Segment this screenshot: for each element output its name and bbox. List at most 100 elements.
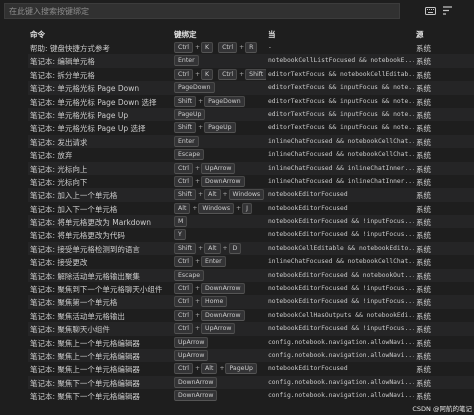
table-row[interactable]: 笔记本: 发出请求 Enter inlineChatFocused && noteb…: [28, 134, 474, 149]
when-cell: notebookCellHasOutputs && notebookEdi...: [268, 311, 414, 319]
key-label: Ctrl: [218, 68, 238, 80]
table-row[interactable]: 笔记本: 加入下一个单元格 Alt + Windows + JnotebookEditor…: [28, 202, 474, 215]
table-row[interactable]: 笔记本: 单元格光标 Page Down 选择 Shift + PageDown edi…: [28, 95, 474, 108]
key-label: Windows: [228, 189, 265, 201]
key-plus: +: [195, 70, 201, 78]
key-label: K: [201, 42, 214, 53]
key-label: Home: [201, 296, 228, 308]
source-cell: 系统: [416, 298, 431, 308]
table-row[interactable]: 笔记本: 聚焦活动单元格输出 Ctrl + DownArrow notebookCell…: [28, 309, 474, 322]
keybinding-cell: Enter: [174, 55, 266, 67]
when-cell: notebookEditorFocused: [268, 191, 348, 199]
keybinding-cell: Ctrl + Enter: [174, 256, 266, 268]
keybinding-cell: Shift + PageUp: [174, 122, 266, 134]
table-row[interactable]: 帮助: 键盘快捷方式参考 Ctrl + K Ctrl + R - 系统: [28, 41, 474, 54]
when-cell: inlineChatFocused && notebookCellChat...: [268, 151, 414, 159]
table-row[interactable]: 笔记本: 光标向下 Ctrl + DownArrow inlineChatFocused…: [28, 175, 474, 188]
key-plus: +: [195, 325, 201, 333]
table-row[interactable]: 笔记本: 聚焦上一个单元格编辑器 Ctrl + Alt + PageUp notebookE…: [28, 362, 474, 375]
table-row[interactable]: 笔记本: 拆分单元格Ctrl+KCtrl+Shift+\editorTextFo…: [28, 68, 474, 81]
source-cell: 系统: [416, 338, 431, 348]
when-cell: notebookEditorFocused: [268, 365, 348, 373]
table-row[interactable]: 笔记本: 接受单元格检测到的语言 Shift + Alt + DnotebookCellE…: [28, 241, 474, 256]
command-cell: 笔记本: 加入上一个单元格: [30, 191, 118, 201]
table-row[interactable]: 笔记本: 聚焦第一个单元格 Ctrl + Home notebookEditorFocu…: [28, 295, 474, 309]
keybinding-cell: Shift + PageDown: [174, 95, 266, 107]
key-label: DownArrow: [174, 390, 218, 402]
when-cell: notebookCellListFocused && notebookE...: [268, 57, 414, 65]
table-row[interactable]: 笔记本: 解除活动单元格输出聚集 Escape notebookEditorFocu…: [28, 268, 474, 283]
table-row[interactable]: 笔记本: 编辑单元格 Enter notebookCellListFocused &…: [28, 54, 474, 68]
table-row[interactable]: 笔记本: 聚焦下一个单元格编辑器 DownArrow config.notebook…: [28, 389, 474, 402]
table-row[interactable]: 笔记本: 单元格光标 Page Up PageUp editorTextFocus …: [28, 107, 474, 122]
search-input[interactable]: [5, 4, 399, 18]
table-row[interactable]: 笔记本: 聚焦上一个单元格编辑器 UpArrow config.notebook.n…: [28, 336, 474, 349]
when-cell: config.notebook.navigation.allowNavi...: [268, 392, 414, 400]
table-row[interactable]: 笔记本: 加入上一个单元格 Shift+Alt+Windows+Jnotebook…: [28, 188, 474, 202]
key-label: Alt: [204, 242, 221, 254]
table-row[interactable]: 笔记本: 聚焦聊天小组件 Ctrl + UpArrow notebookEditorFo…: [28, 322, 474, 336]
header-source: 源: [416, 30, 424, 39]
key-label: Ctrl: [174, 283, 194, 295]
table-row[interactable]: 笔记本: 光标向上 Ctrl + UpArrow inlineChatFocused &…: [28, 161, 474, 175]
command-cell: 笔记本: 编辑单元格: [30, 57, 95, 67]
key-plus: +: [195, 311, 201, 319]
table-row[interactable]: 笔记本: 将单元格更改为 Markdown MnotebookEditorFocu…: [28, 215, 474, 229]
source-cell: 系统: [416, 204, 431, 214]
record-keys-icon[interactable]: [424, 5, 436, 16]
table-row[interactable]: 笔记本: 聚焦上一个单元格编辑器 UpArrow config.notebook.n…: [28, 348, 474, 363]
table-row[interactable]: 笔记本: 单元格光标 Page Up 选择 Shift + PageUp editorT…: [28, 121, 474, 134]
search-field[interactable]: [4, 3, 400, 19]
source-cell: 系统: [416, 378, 431, 388]
key-label: Enter: [201, 256, 226, 268]
command-cell: 笔记本: 接受更改: [30, 258, 88, 268]
key-plus: +: [198, 191, 204, 199]
keybinding-cell: UpArrow: [174, 336, 266, 348]
table-row[interactable]: 笔记本: 放弃 Escape inlineChatFocused && notebo…: [28, 148, 474, 161]
keybinding-cell: DownArrow: [174, 376, 266, 388]
source-cell: 系统: [416, 164, 431, 174]
table-row[interactable]: 笔记本: 将单元格更改为代码 YnotebookEditorFocused && …: [28, 228, 474, 241]
sort-by-precedence-icon[interactable]: [441, 5, 453, 16]
key-label: Escape: [174, 149, 205, 161]
keybinding-cell: Ctrl+KCtrl+Shift+\: [174, 68, 266, 80]
keybindings-table: 命令 键绑定 当 源 帮助: 键盘快捷方式参考 Ctrl + K Ctrl + R - 系统 笔记…: [28, 26, 474, 403]
when-cell: editorTextFocus && inputFocus && note...: [268, 97, 414, 105]
command-cell: 笔记本: 单元格光标 Page Up: [30, 110, 129, 120]
keybinding-cell: Y: [174, 229, 266, 241]
command-cell: 笔记本: 聚焦上一个单元格编辑器: [30, 351, 140, 361]
source-cell: 系统: [416, 44, 431, 53]
keybinding-cell: Ctrl + UpArrow: [174, 323, 266, 335]
table-row[interactable]: 笔记本: 聚焦下一个单元格编辑器 DownArrow config.notebook…: [28, 375, 474, 390]
table-row[interactable]: 笔记本: 单元格光标 Page Down PageDown editorTextFo…: [28, 81, 474, 95]
key-label: Enter: [174, 55, 199, 67]
when-cell: notebookEditorFocused: [268, 204, 348, 212]
key-label: Ctrl: [174, 42, 194, 53]
keybinding-cell: DownArrow: [174, 390, 266, 402]
search-bar: [0, 0, 474, 23]
command-cell: 笔记本: 聚焦活动单元格输出: [30, 311, 125, 321]
command-cell: 笔记本: 将单元格更改为代码: [30, 231, 125, 241]
source-cell: 系统: [416, 218, 431, 228]
key-label: Windows: [198, 202, 235, 214]
table-header: 命令 键绑定 当 源: [28, 26, 474, 41]
when-cell: notebookEditorFocused && notebookOut...: [268, 271, 414, 279]
key-label: UpArrow: [174, 349, 209, 361]
command-cell: 笔记本: 聚焦下一个单元格编辑器: [30, 392, 140, 402]
table-row[interactable]: 笔记本: 接受更改 Ctrl + Enter inlineChatFocused && …: [28, 255, 474, 268]
command-cell: 笔记本: 接受单元格检测到的语言: [30, 244, 140, 254]
keybinding-cell: Ctrl + DownArrow: [174, 309, 266, 321]
key-plus: +: [198, 244, 204, 252]
key-label: DownArrow: [174, 376, 218, 388]
key-label: DownArrow: [201, 175, 245, 187]
table-row[interactable]: 笔记本: 聚焦到下一个单元格聊天小组件 Ctrl + DownArrow noteboo…: [28, 282, 474, 295]
source-cell: 系统: [416, 231, 431, 241]
command-cell: 笔记本: 聚焦到下一个单元格聊天小组件: [30, 285, 163, 295]
key-label: Ctrl: [174, 296, 194, 308]
keybinding-cell: Ctrl + UpArrow: [174, 162, 266, 174]
key-label: Alt: [174, 202, 191, 214]
command-cell: 笔记本: 发出请求: [30, 137, 88, 147]
keybinding-cell: Ctrl + Home: [174, 296, 266, 308]
key-label: Enter: [174, 135, 199, 147]
keybinding-cell: Ctrl + Alt + PageUp: [174, 363, 266, 375]
